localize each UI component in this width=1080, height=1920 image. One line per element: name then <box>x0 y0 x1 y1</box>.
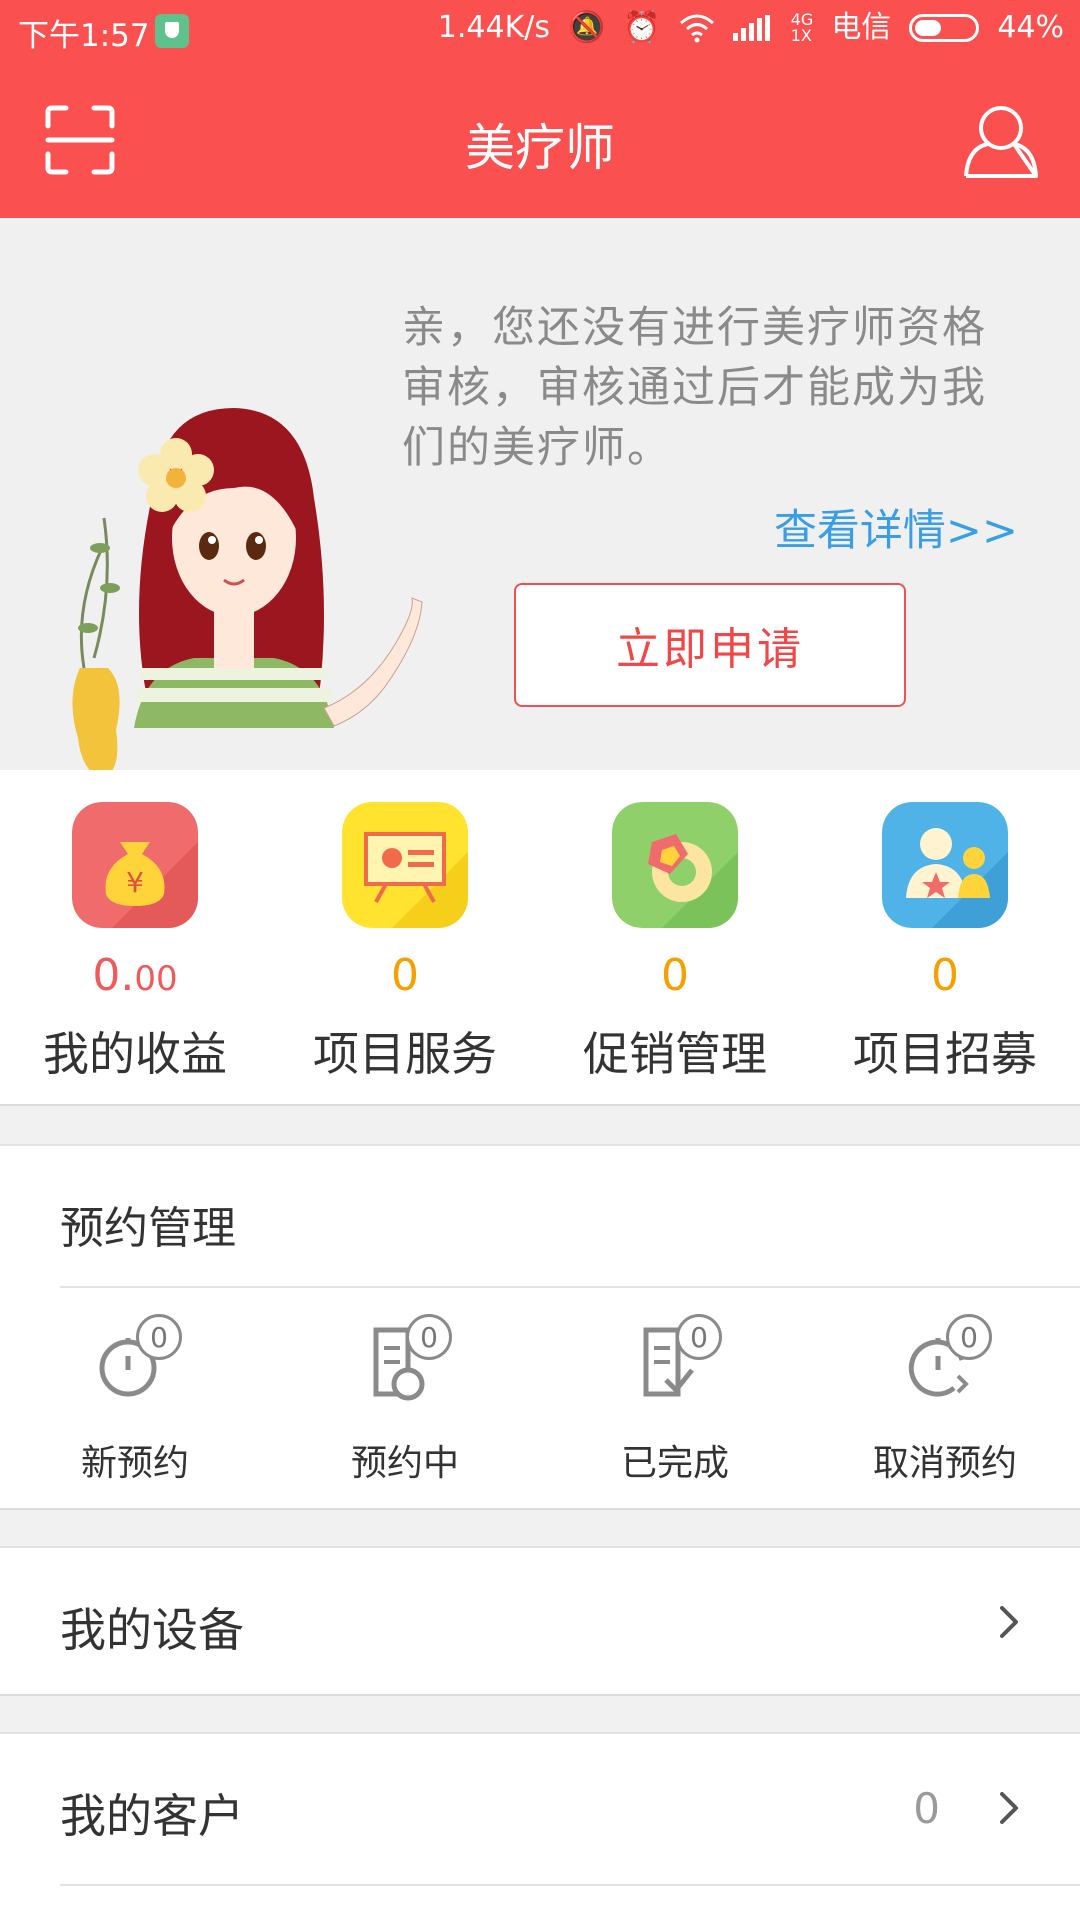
alarm-icon: ⏰ <box>623 10 661 45</box>
carrier: 电信 <box>831 10 892 45</box>
status-right: 1.44K/s 🔕 ⏰ 4G 1X 电信 44% <box>438 10 1064 46</box>
cancelled-count-badge: 0 <box>946 1314 992 1360</box>
mute-icon: 🔕 <box>568 10 606 45</box>
appointment-cancelled[interactable]: 0 取消预约 <box>810 1314 1080 1494</box>
apply-now-button[interactable]: 立即申请 <box>514 583 906 707</box>
in-progress-label: 预约中 <box>350 1443 459 1484</box>
earnings-value: 0.00 <box>0 950 270 1001</box>
stat-promotions[interactable]: 0 促销管理 <box>540 770 810 1104</box>
status-time: 下午1:57 <box>18 18 150 54</box>
network-type: 4G 1X <box>790 10 814 45</box>
recruitment-value: 0 <box>931 950 959 1001</box>
in-progress-count-badge: 0 <box>406 1314 452 1360</box>
appointment-new[interactable]: 0 新预约 <box>0 1314 270 1494</box>
promotions-value: 0 <box>661 950 689 1001</box>
my-clients-row[interactable]: 我的客户 0 <box>0 1732 1080 1920</box>
stat-recruitment[interactable]: 0 项目招募 <box>810 770 1080 1104</box>
my-clients-label: 我的客户 <box>60 1789 244 1843</box>
stat-project-services[interactable]: 0 项目服务 <box>270 770 540 1104</box>
project-services-value: 0 <box>391 950 419 1001</box>
completed-label: 已完成 <box>620 1443 729 1484</box>
appointment-management: 预约管理 0 新预约 0 预约中 0 已完成 0 取消预约 <box>0 1144 1080 1510</box>
user-icon[interactable] <box>962 100 1040 180</box>
signal-icon <box>732 15 770 41</box>
new-appointment-label: 新预约 <box>80 1443 189 1484</box>
money-bag-icon: ¥ <box>72 802 198 928</box>
appointment-in-progress[interactable]: 0 预约中 <box>270 1314 540 1494</box>
appointment-title: 预约管理 <box>60 1203 236 1254</box>
chevron-right-icon <box>1000 1792 1018 1824</box>
page-title: 美疗师 <box>465 119 615 177</box>
my-devices-row[interactable]: 我的设备 <box>0 1546 1080 1696</box>
battery-icon <box>909 14 980 42</box>
appointment-items: 0 新预约 0 预约中 0 已完成 0 取消预约 <box>0 1314 1080 1494</box>
new-count-badge: 0 <box>136 1314 182 1360</box>
wifi-icon <box>679 14 714 43</box>
qualification-banner: 亲，您还没有进行美疗师资格审核，审核通过后才能成为我们的美疗师。 查看详情>> … <box>0 218 1080 778</box>
status-bar: 下午1:57 1.44K/s 🔕 ⏰ 4G 1X 电信 44% <box>0 0 1080 60</box>
battery-level: 44% <box>997 10 1064 45</box>
stat-earnings[interactable]: ¥ 0.00 我的收益 <box>0 770 270 1104</box>
divider <box>60 1286 1080 1288</box>
divider <box>60 1884 1080 1886</box>
earnings-int: 0. <box>92 950 135 1001</box>
shield-icon <box>155 14 189 48</box>
earnings-dec: 00 <box>134 959 178 999</box>
app-bar: 美疗师 <box>0 60 1080 218</box>
network-speed: 1.44K/s <box>437 10 551 45</box>
appointment-completed[interactable]: 0 已完成 <box>540 1314 810 1494</box>
completed-count-badge: 0 <box>676 1314 722 1360</box>
chevron-right-icon <box>1000 1606 1018 1638</box>
my-clients-count: 0 <box>913 1784 940 1833</box>
cancelled-label: 取消预约 <box>872 1443 1017 1484</box>
view-details-link[interactable]: 查看详情>> <box>774 496 1018 558</box>
svg-text:¥: ¥ <box>126 866 144 899</box>
project-services-label: 项目服务 <box>313 1027 497 1081</box>
quick-stats: ¥ 0.00 我的收益 0 项目服务 0 促销管理 0 项目招募 <box>0 770 1080 1106</box>
gear-icon <box>612 802 738 928</box>
qualification-message: 亲，您还没有进行美疗师资格审核，审核通过后才能成为我们的美疗师。 <box>402 303 987 473</box>
presentation-icon <box>342 802 468 928</box>
promotions-label: 促销管理 <box>583 1027 767 1081</box>
my-devices-label: 我的设备 <box>60 1603 244 1657</box>
recruit-icon <box>882 802 1008 928</box>
earnings-label: 我的收益 <box>43 1027 227 1081</box>
recruitment-label: 项目招募 <box>853 1027 1037 1081</box>
